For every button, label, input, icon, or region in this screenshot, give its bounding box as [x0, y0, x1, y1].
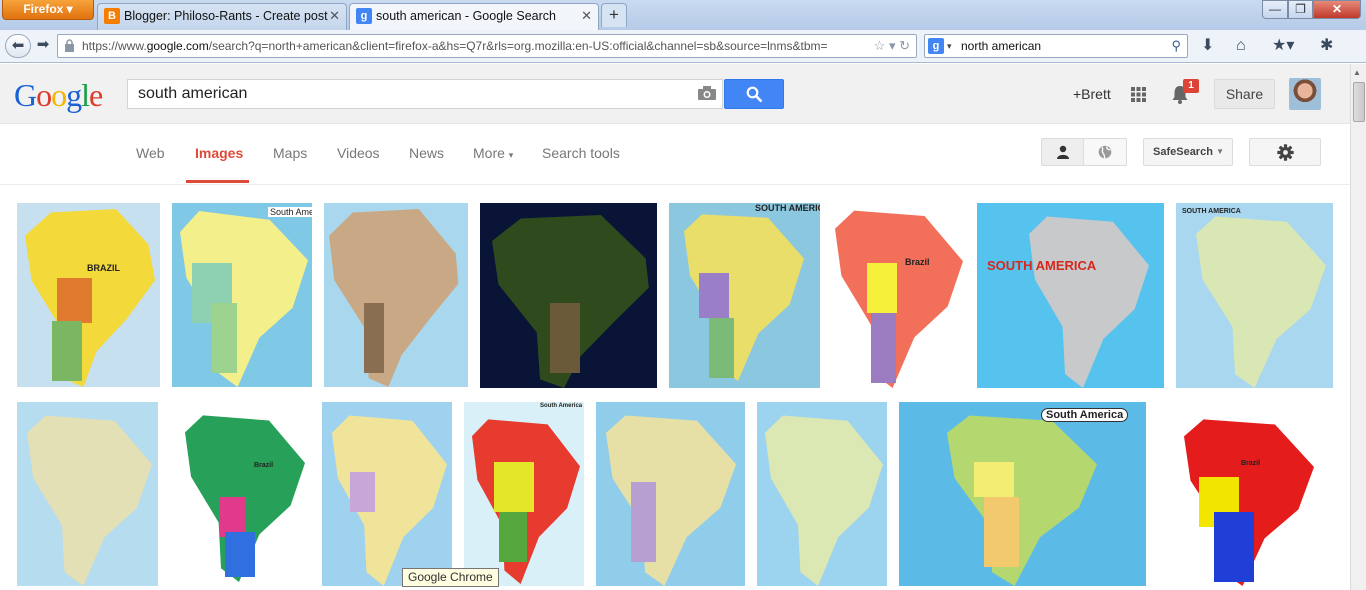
- blogger-icon: B: [104, 8, 120, 24]
- bookmark-star-icon[interactable]: ☆: [874, 38, 886, 53]
- image-result[interactable]: South America: [899, 402, 1146, 586]
- globe-icon: [1098, 145, 1112, 159]
- reload-icon[interactable]: ↻: [899, 38, 910, 53]
- url-host: google.com: [146, 39, 209, 53]
- download-icon[interactable]: ⬇: [1201, 36, 1214, 56]
- tooltip: Google Chrome: [402, 568, 499, 587]
- gear-icon: [1277, 144, 1294, 161]
- image-result[interactable]: Brazil: [1169, 402, 1322, 586]
- apps-grid-icon[interactable]: [1131, 87, 1146, 102]
- image-caption: South America: [540, 403, 583, 409]
- image-result[interactable]: SOUTH AMERICA: [669, 203, 820, 388]
- address-bar[interactable]: https://www.google.com/search?q=north+am…: [57, 34, 917, 58]
- tab-label: south american - Google Search: [376, 9, 556, 23]
- image-result[interactable]: [17, 402, 158, 586]
- url-scheme: https://www.: [82, 39, 147, 53]
- personal-results-button[interactable]: [1041, 138, 1084, 166]
- settings-button[interactable]: [1249, 138, 1321, 166]
- tab-web[interactable]: Web: [136, 145, 165, 161]
- image-result[interactable]: Brazil: [833, 203, 965, 388]
- image-caption: SOUTH AMERICA: [755, 203, 820, 213]
- avatar[interactable]: [1289, 78, 1321, 110]
- image-caption: Brazil: [254, 462, 274, 469]
- minimize-button[interactable]: —: [1262, 0, 1288, 19]
- vertical-scrollbar[interactable]: ▲: [1350, 64, 1366, 590]
- global-results-button[interactable]: [1083, 138, 1127, 166]
- notification-count-badge[interactable]: 1: [1183, 79, 1199, 93]
- share-button[interactable]: Share: [1214, 79, 1275, 109]
- browser-titlebar: Firefox ▾ B Blogger: Philoso-Rants - Cre…: [0, 0, 1366, 30]
- person-icon: [1057, 145, 1069, 159]
- scroll-up-icon[interactable]: ▲: [1353, 68, 1361, 77]
- image-result[interactable]: [480, 203, 657, 388]
- scrollbar-thumb[interactable]: [1353, 82, 1365, 122]
- firefox-menu-button[interactable]: Firefox ▾: [2, 0, 94, 20]
- image-result[interactable]: SOUTH AMERICA: [977, 203, 1164, 388]
- image-result[interactable]: [322, 402, 452, 586]
- search-engine-icon[interactable]: g: [928, 38, 944, 54]
- image-caption: South America: [1041, 408, 1129, 422]
- search-icon: [746, 86, 763, 103]
- active-tab-indicator: [186, 180, 249, 183]
- search-tools-button[interactable]: Search tools: [542, 145, 620, 161]
- bookmarks-icon[interactable]: ★▾: [1272, 36, 1294, 56]
- search-menu-bar: Web Images Maps Videos News More ▾ Searc…: [0, 125, 1350, 185]
- image-caption: SOUTH AMERICA: [987, 258, 1097, 273]
- chevron-down-icon: ▼: [1216, 147, 1224, 156]
- image-result[interactable]: South America: [172, 203, 312, 387]
- tab-videos[interactable]: Videos: [337, 145, 380, 161]
- dropdown-icon[interactable]: ▾: [889, 38, 896, 53]
- close-tab-icon[interactable]: ✕: [581, 4, 592, 28]
- url-path: /search?q=north+american&client=firefox-…: [208, 39, 828, 53]
- image-result[interactable]: [757, 402, 887, 586]
- browser-search-bar[interactable]: g ▾ north american ⚲: [924, 34, 1188, 58]
- tab-google-search[interactable]: g south american - Google Search ✕: [349, 3, 599, 30]
- camera-icon[interactable]: [698, 86, 716, 100]
- google-logo[interactable]: Google: [14, 77, 103, 114]
- new-tab-button[interactable]: +: [601, 3, 627, 27]
- google-header: Google south american +Brett 1 Share: [0, 64, 1350, 124]
- tab-maps[interactable]: Maps: [273, 145, 307, 161]
- forward-button[interactable]: ➡: [33, 34, 53, 58]
- chevron-down-icon[interactable]: ▾: [947, 35, 952, 57]
- image-caption: BRAZIL: [87, 263, 120, 273]
- tab-more[interactable]: More ▾: [473, 145, 513, 161]
- navigation-toolbar: ⬅ ➡ https://www.google.com/search?q=nort…: [0, 30, 1366, 63]
- search-query: south american: [138, 85, 248, 102]
- image-caption: SOUTH AMERICA: [1182, 208, 1241, 215]
- image-caption: South America: [268, 207, 312, 217]
- tab-images[interactable]: Images: [195, 145, 243, 161]
- tab-label: Blogger: Philoso-Rants - Create post: [124, 9, 328, 23]
- maximize-button[interactable]: ❐: [1288, 0, 1313, 19]
- chevron-down-icon: ▾: [508, 150, 514, 160]
- image-result[interactable]: [324, 203, 468, 387]
- home-icon[interactable]: ⌂: [1236, 36, 1246, 56]
- search-input[interactable]: south american: [127, 79, 723, 109]
- image-caption: Brazil: [1241, 460, 1261, 467]
- safesearch-dropdown[interactable]: SafeSearch ▼: [1143, 138, 1233, 166]
- tab-news[interactable]: News: [409, 145, 444, 161]
- image-result[interactable]: [596, 402, 745, 586]
- search-button[interactable]: [724, 79, 784, 109]
- image-result[interactable]: South America: [464, 402, 584, 586]
- addon-icon[interactable]: ✱: [1320, 36, 1333, 56]
- close-window-button[interactable]: ✕: [1313, 0, 1361, 19]
- search-icon[interactable]: ⚲: [1171, 35, 1181, 57]
- image-result[interactable]: SOUTH AMERICA: [1176, 203, 1333, 388]
- close-tab-icon[interactable]: ✕: [329, 4, 340, 28]
- safesearch-label: SafeSearch: [1153, 146, 1213, 158]
- google-icon: g: [356, 8, 372, 24]
- image-result[interactable]: BRAZIL: [17, 203, 160, 387]
- search-bar-value: north american: [961, 39, 1042, 53]
- user-profile-link[interactable]: +Brett: [1073, 86, 1111, 102]
- image-caption: Brazil: [905, 257, 930, 267]
- back-button[interactable]: ⬅: [5, 34, 31, 58]
- lock-icon: [65, 39, 74, 52]
- firefox-menu-label: Firefox: [23, 2, 64, 16]
- image-result[interactable]: Brazil: [170, 402, 311, 586]
- tab-blogger[interactable]: B Blogger: Philoso-Rants - Create post ✕: [97, 3, 347, 30]
